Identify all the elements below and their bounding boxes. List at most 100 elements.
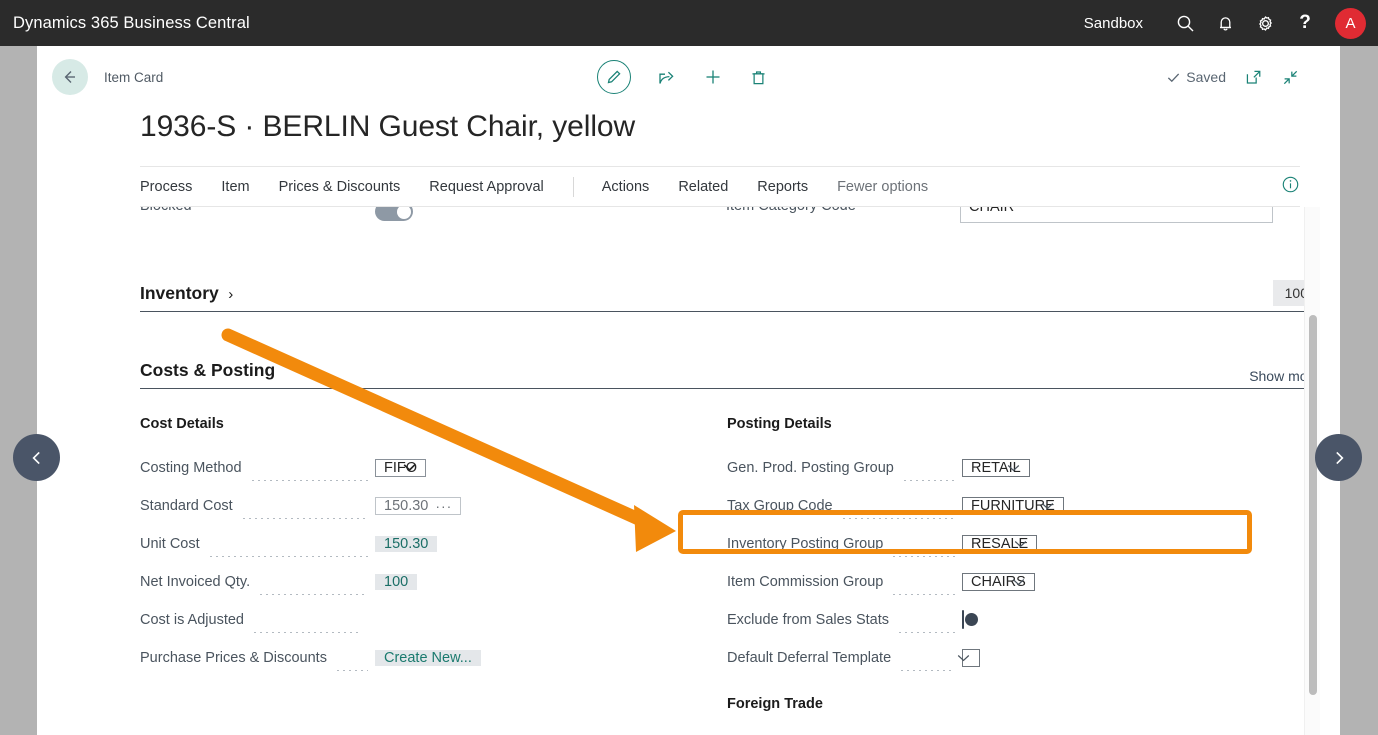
posting-details-column: Posting Details Gen. Prod. Posting Group… <box>727 416 1275 735</box>
item-commission-group-control: CHAIRS <box>962 569 1275 595</box>
unit-cost-control: 150.30 <box>375 530 688 558</box>
app-brand: Dynamics 365 Business Central <box>13 13 250 32</box>
edit-pencil-icon[interactable] <box>597 60 631 94</box>
assist-edit-ellipsis-icon[interactable]: ··· <box>435 493 452 519</box>
costing-method-label: Costing Method <box>140 460 242 476</box>
leader-dots <box>240 518 368 519</box>
menu-item-fewer-options[interactable]: Fewer options <box>837 179 928 195</box>
posting-details-group-title: Posting Details <box>727 416 832 432</box>
purchase-prices-discounts-label: Purchase Prices & Discounts <box>140 650 327 666</box>
gen-prod-posting-group-control: RETAIL <box>962 455 1275 481</box>
exclude-from-sales-stats-control <box>962 610 1275 629</box>
card-content: Blocked Item Category Code CHAIR Invento… <box>140 207 1320 735</box>
field-row-default-deferral-template: Default Deferral Template <box>727 639 1275 677</box>
menu-item-reports[interactable]: Reports <box>757 179 808 195</box>
net-invoiced-qty-value: 100 <box>375 574 418 590</box>
item-commission-group-label: Item Commission Group <box>727 574 884 590</box>
previous-record-button[interactable] <box>13 434 60 481</box>
field-row-inventory-posting-group: Inventory Posting Group RESALE <box>727 525 1275 563</box>
inventory-section-title: Inventory <box>140 283 219 303</box>
save-status: Saved <box>1166 69 1226 85</box>
leader-dots <box>334 670 368 671</box>
field-row-net-invoiced-qty: Net Invoiced Qty. 100 <box>140 563 688 601</box>
menu-item-related[interactable]: Related <box>678 179 728 195</box>
field-row-tax-group-code: Tax Group Code FURNITURE <box>727 487 1275 525</box>
app-top-bar: Dynamics 365 Business Central Sandbox ? … <box>0 0 1378 46</box>
field-row-tariff-no: Tariff No. <box>727 729 1275 735</box>
help-icon[interactable]: ? <box>1285 0 1325 46</box>
delete-trash-icon[interactable] <box>749 68 768 87</box>
content-scrollbar[interactable] <box>1304 207 1320 735</box>
create-new-link[interactable]: Create New... <box>375 650 481 666</box>
costs-posting-section-title: Costs & Posting <box>140 360 276 380</box>
tax-group-code-input[interactable]: FURNITURE <box>962 497 1064 515</box>
collapse-icon[interactable] <box>1281 68 1300 87</box>
costing-method-select[interactable]: FIFO <box>375 459 427 477</box>
item-category-code-label: Item Category Code <box>726 207 856 214</box>
leader-dots <box>899 670 955 671</box>
help-glyph: ? <box>1299 12 1311 33</box>
leader-dots <box>258 594 368 595</box>
clipped-top-row: Blocked Item Category Code CHAIR <box>140 207 1320 229</box>
exclude-from-sales-stats-label: Exclude from Sales Stats <box>727 612 889 628</box>
cost-is-adjusted-label: Cost is Adjusted <box>140 612 244 628</box>
chevron-down-icon[interactable] <box>1014 531 1027 557</box>
notifications-bell-icon[interactable] <box>1205 0 1245 46</box>
search-icon[interactable] <box>1165 0 1205 46</box>
scrollbar-thumb[interactable] <box>1309 315 1317 695</box>
gen-prod-posting-group-label: Gen. Prod. Posting Group <box>727 460 894 476</box>
leader-dots <box>251 632 368 633</box>
menu-item-request-approval[interactable]: Request Approval <box>429 179 543 195</box>
card-header-row: Item Card Saved <box>37 46 1320 108</box>
page-title: 1936-S · BERLIN Guest Chair, yellow <box>140 110 636 143</box>
inventory-posting-group-control: RESALE <box>962 531 1275 557</box>
menu-item-prices-discounts[interactable]: Prices & Discounts <box>279 179 401 195</box>
add-icon[interactable] <box>703 67 723 87</box>
net-invoiced-qty-label: Net Invoiced Qty. <box>140 574 251 590</box>
exclude-from-sales-stats-toggle[interactable] <box>962 610 964 629</box>
leader-dots <box>840 518 955 519</box>
open-in-new-window-icon[interactable] <box>1244 68 1263 87</box>
breadcrumb[interactable]: Item Card <box>104 70 163 85</box>
field-row-item-commission-group: Item Commission Group CHAIRS <box>727 563 1275 601</box>
chevron-down-icon[interactable] <box>957 645 970 671</box>
menu-item-actions[interactable]: Actions <box>602 179 650 195</box>
default-deferral-template-label: Default Deferral Template <box>727 650 892 666</box>
leader-dots <box>901 480 955 481</box>
standard-cost-value: 150.30 <box>384 498 429 514</box>
tax-group-code-label: Tax Group Code <box>727 498 833 514</box>
menu-item-item[interactable]: Item <box>221 179 249 195</box>
form-columns: Cost Details Costing Method FIFO Standar… <box>140 416 1320 735</box>
avatar[interactable]: A <box>1335 7 1366 39</box>
costs-posting-section-header: Costs & Posting Show more <box>140 360 1320 389</box>
app-root: Dynamics 365 Business Central Sandbox ? … <box>0 0 1378 735</box>
field-row-unit-cost: Unit Cost 150.30 <box>140 525 688 563</box>
chevron-right-icon: › <box>228 286 234 303</box>
costing-method-control: FIFO <box>375 455 688 481</box>
inventory-posting-group-label: Inventory Posting Group <box>727 536 884 552</box>
standard-cost-input[interactable]: 150.30 ··· <box>375 497 462 515</box>
card-status-area: Saved <box>1166 46 1300 108</box>
inventory-posting-group-input[interactable]: RESALE <box>962 535 1038 553</box>
item-commission-group-input[interactable]: CHAIRS <box>962 573 1035 591</box>
next-record-button[interactable] <box>1315 434 1362 481</box>
blocked-toggle[interactable] <box>375 207 413 221</box>
gear-icon[interactable] <box>1245 0 1285 46</box>
cost-details-column: Cost Details Costing Method FIFO Standar… <box>140 416 688 735</box>
standard-cost-control: 150.30 ··· <box>375 493 688 519</box>
info-icon[interactable] <box>1281 175 1300 199</box>
default-deferral-template-input[interactable] <box>957 649 980 667</box>
inventory-section-header[interactable]: Inventory › 100 <box>140 280 1320 312</box>
tax-group-code-control: FURNITURE <box>962 493 1275 519</box>
gen-prod-posting-group-input[interactable]: RETAIL <box>962 459 1030 477</box>
menu-item-process[interactable]: Process <box>140 179 192 195</box>
back-button[interactable] <box>52 59 88 95</box>
share-icon[interactable] <box>657 67 677 87</box>
chevron-down-icon[interactable] <box>1012 569 1025 595</box>
item-category-code-field[interactable]: CHAIR <box>960 207 1273 223</box>
field-row-purchase-prices-discounts: Purchase Prices & Discounts Create New..… <box>140 639 688 677</box>
card-header: Item Card Saved 1936-S · BERLIN Guest Ch… <box>37 46 1340 207</box>
chevron-down-icon[interactable] <box>1007 455 1020 481</box>
chevron-down-icon[interactable] <box>1041 493 1054 519</box>
leader-dots <box>897 632 955 633</box>
